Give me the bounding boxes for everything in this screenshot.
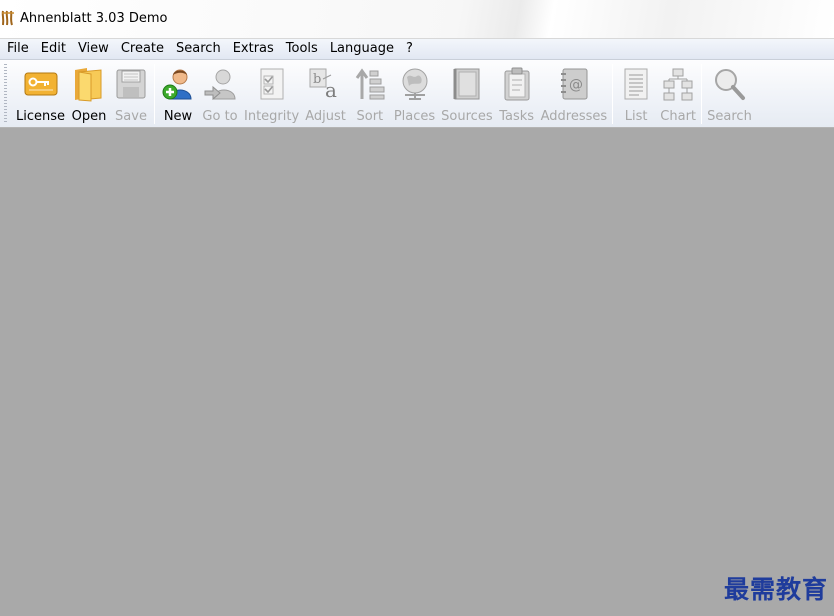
app-icon (1, 10, 14, 26)
tree-chart-icon (660, 66, 696, 102)
folder-icon (71, 66, 107, 102)
places-button[interactable]: Places (391, 60, 438, 126)
list-icon (618, 66, 654, 102)
book-icon (449, 66, 485, 102)
adjust-button[interactable]: b a Adjust (302, 60, 349, 126)
add-person-icon (160, 66, 196, 102)
toolbar-separator (701, 64, 703, 124)
menu-create[interactable]: Create (117, 39, 168, 59)
menu-extras[interactable]: Extras (229, 39, 278, 59)
addresses-button[interactable]: @ Addresses (538, 60, 611, 126)
goto-label: Go to (202, 109, 238, 124)
menu-tools[interactable]: Tools (282, 39, 322, 59)
sort-button[interactable]: Sort (349, 60, 391, 126)
license-button[interactable]: License (13, 60, 68, 126)
toolbar-separator (154, 64, 156, 124)
checklist-icon (254, 66, 290, 102)
open-button[interactable]: Open (68, 60, 110, 126)
adjust-label: Adjust (305, 109, 346, 124)
floppy-icon (113, 66, 149, 102)
new-label: New (163, 109, 193, 124)
toolbar: License Open Save New Go to Integrity b … (0, 60, 834, 128)
clipboard-icon (499, 66, 535, 102)
sources-label: Sources (441, 109, 493, 124)
menu-search[interactable]: Search (172, 39, 225, 59)
save-label: Save (115, 109, 147, 124)
sort-label: Sort (356, 109, 384, 124)
menu-view[interactable]: View (74, 39, 113, 59)
watermark: 最需教育 (723, 575, 828, 604)
license-label: License (16, 109, 66, 124)
address-book-icon: @ (556, 66, 592, 102)
open-label: Open (71, 109, 107, 124)
globe-icon (397, 66, 433, 102)
text-case-icon: b a (308, 66, 344, 102)
toolbar-separator (612, 64, 614, 124)
integrity-button[interactable]: Integrity (241, 60, 302, 126)
list-label: List (624, 109, 648, 124)
menu-file[interactable]: File (3, 39, 33, 59)
goto-person-icon (202, 66, 238, 102)
list-button[interactable]: List (615, 60, 657, 126)
addresses-label: Addresses (540, 109, 608, 124)
menu-bar: File Edit View Create Search Extras Tool… (0, 39, 834, 60)
chart-button[interactable]: Chart (657, 60, 699, 126)
new-button[interactable]: New (157, 60, 199, 126)
license-icon (23, 66, 59, 102)
sources-button[interactable]: Sources (438, 60, 495, 126)
title-bar: Ahnenblatt 3.03 Demo (0, 0, 834, 39)
menu-edit[interactable]: Edit (37, 39, 70, 59)
search-button[interactable]: Search (704, 60, 755, 126)
chart-label: Chart (660, 109, 697, 124)
integrity-label: Integrity (244, 109, 300, 124)
search-label: Search (707, 109, 752, 124)
menu-help[interactable]: ? (402, 39, 417, 59)
save-button[interactable]: Save (110, 60, 152, 126)
magnifier-icon (711, 66, 747, 102)
tasks-label: Tasks (499, 109, 535, 124)
main-workspace: 最需教育 (0, 128, 834, 616)
svg-text:b: b (313, 72, 321, 87)
menu-language[interactable]: Language (326, 39, 398, 59)
sort-icon (352, 66, 388, 102)
places-label: Places (393, 109, 436, 124)
svg-text:@: @ (569, 77, 583, 93)
svg-text:a: a (325, 78, 337, 101)
toolbar-grip[interactable] (4, 64, 7, 124)
tasks-button[interactable]: Tasks (496, 60, 538, 126)
window-title: Ahnenblatt 3.03 Demo (20, 10, 168, 26)
goto-button[interactable]: Go to (199, 60, 241, 126)
